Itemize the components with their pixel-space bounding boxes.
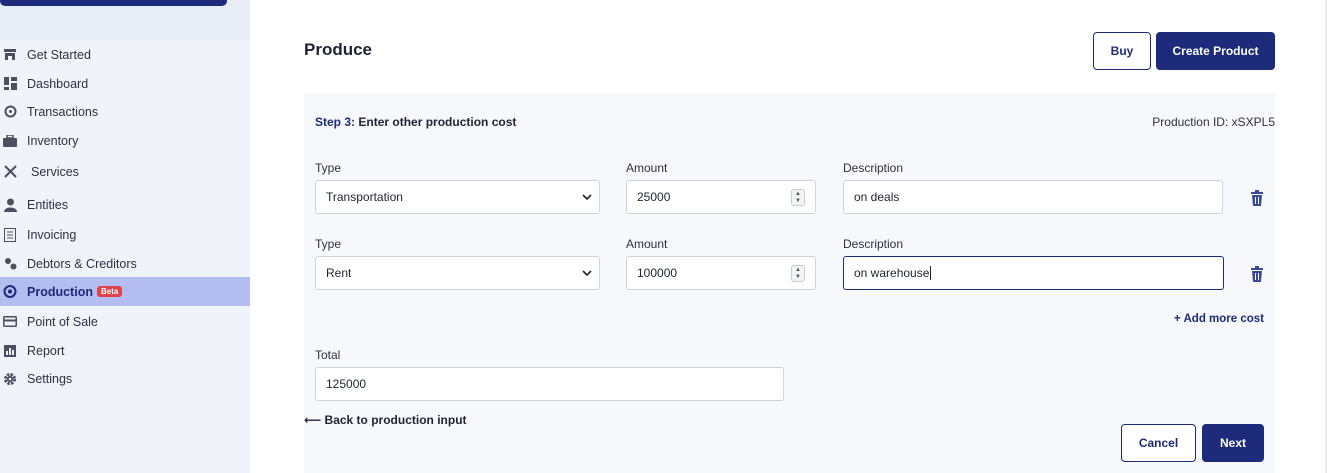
sidebar-top-button[interactable]	[0, 0, 227, 6]
sidebar-item-label: Debtors & Creditors	[27, 256, 137, 271]
amount-stepper[interactable]: ▲ ▼	[791, 189, 805, 206]
step-heading: Step 3: Enter other production cost	[315, 115, 516, 129]
briefcase-icon	[3, 134, 17, 148]
storefront-icon	[3, 48, 17, 62]
description-input[interactable]: on warehouse	[843, 256, 1224, 290]
production-icon	[3, 285, 17, 299]
sidebar-item-label: Point of Sale	[27, 314, 98, 329]
sidebar-item-entities[interactable]: Entities	[0, 190, 250, 219]
sidebar-item-get-started[interactable]: Get Started	[0, 40, 250, 69]
amount-label: Amount	[626, 237, 668, 251]
card-icon	[3, 315, 17, 329]
chevron-down-icon	[582, 270, 592, 277]
step-number: Step 3:	[315, 115, 356, 129]
description-input-value: on warehouse	[854, 266, 930, 280]
text-cursor	[930, 266, 932, 280]
sidebar: Get Started Dashboard Transactions Inven…	[0, 0, 250, 473]
trash-icon[interactable]	[1250, 190, 1264, 206]
next-button[interactable]: Next	[1202, 424, 1264, 462]
report-icon	[3, 344, 17, 358]
beta-badge: Beta	[96, 286, 123, 297]
sidebar-item-label: Settings	[27, 371, 73, 386]
sidebar-item-label: Transactions	[27, 104, 99, 119]
gear-icon	[3, 372, 17, 386]
description-input-value: on deals	[854, 190, 900, 204]
tools-icon	[3, 165, 17, 179]
type-select-value: Transportation	[326, 190, 403, 204]
back-to-production-input-link[interactable]: ⟵ Back to production input	[304, 413, 467, 427]
sidebar-item-settings[interactable]: Settings	[0, 364, 250, 393]
sidebar-item-services[interactable]: Services	[0, 157, 250, 186]
sidebar-item-label: Services	[31, 164, 79, 179]
invoice-icon	[3, 227, 17, 242]
amount-input-value: 100000	[637, 266, 678, 280]
total-value: 125000	[326, 377, 367, 391]
type-label: Type	[315, 237, 342, 251]
total-label: Total	[315, 348, 341, 362]
sidebar-item-label: Entities	[27, 197, 68, 212]
page-title: Produce	[304, 40, 373, 59]
person-icon	[3, 198, 17, 212]
sidebar-item-dashboard[interactable]: Dashboard	[0, 69, 250, 98]
sidebar-item-label: Get Started	[27, 47, 91, 62]
sidebar-item-invoicing[interactable]: Invoicing	[0, 220, 250, 249]
amount-input[interactable]: 25000 ▲ ▼	[626, 180, 816, 214]
buy-button[interactable]: Buy	[1093, 32, 1151, 70]
description-label: Description	[843, 237, 904, 251]
amount-input[interactable]: 100000 ▲ ▼	[626, 256, 816, 290]
total-field[interactable]: 125000	[315, 367, 784, 401]
description-label: Description	[843, 161, 904, 175]
sidebar-item-transactions[interactable]: Transactions	[0, 97, 250, 126]
sidebar-item-label: Dashboard	[27, 76, 89, 91]
sidebar-item-report[interactable]: Report	[0, 336, 250, 365]
amount-label: Amount	[626, 161, 668, 175]
sidebar-item-point-of-sale[interactable]: Point of Sale	[0, 307, 250, 336]
sidebar-item-production[interactable]: Production Beta	[0, 277, 250, 306]
type-select-value: Rent	[326, 266, 352, 280]
cancel-button[interactable]: Cancel	[1121, 424, 1196, 462]
amount-stepper[interactable]: ▲ ▼	[791, 265, 805, 282]
sidebar-item-label: Invoicing	[27, 227, 77, 242]
production-id: Production ID: xSXPL5	[1152, 115, 1275, 129]
create-product-button[interactable]: Create Product	[1156, 32, 1275, 70]
amount-input-value: 25000	[637, 190, 671, 204]
transactions-icon	[3, 105, 17, 119]
type-select[interactable]: Rent	[315, 256, 600, 290]
sidebar-header	[0, 0, 250, 40]
sidebar-item-debtors-creditors[interactable]: Debtors & Creditors	[0, 249, 250, 278]
add-more-cost-link[interactable]: + Add more cost	[1174, 313, 1264, 325]
trash-icon[interactable]	[1250, 266, 1264, 282]
sidebar-item-inventory[interactable]: Inventory	[0, 126, 250, 155]
sidebar-item-label: Report	[27, 343, 65, 358]
type-label: Type	[315, 161, 342, 175]
type-select[interactable]: Transportation	[315, 180, 600, 214]
step-text: Enter other production cost	[358, 115, 517, 129]
dashboard-icon	[3, 77, 17, 91]
description-input[interactable]: on deals	[843, 180, 1223, 214]
chevron-down-icon	[582, 194, 592, 201]
debtors-icon	[3, 257, 17, 271]
sidebar-item-label: Inventory	[27, 133, 79, 148]
sidebar-item-label: Production	[27, 284, 93, 299]
